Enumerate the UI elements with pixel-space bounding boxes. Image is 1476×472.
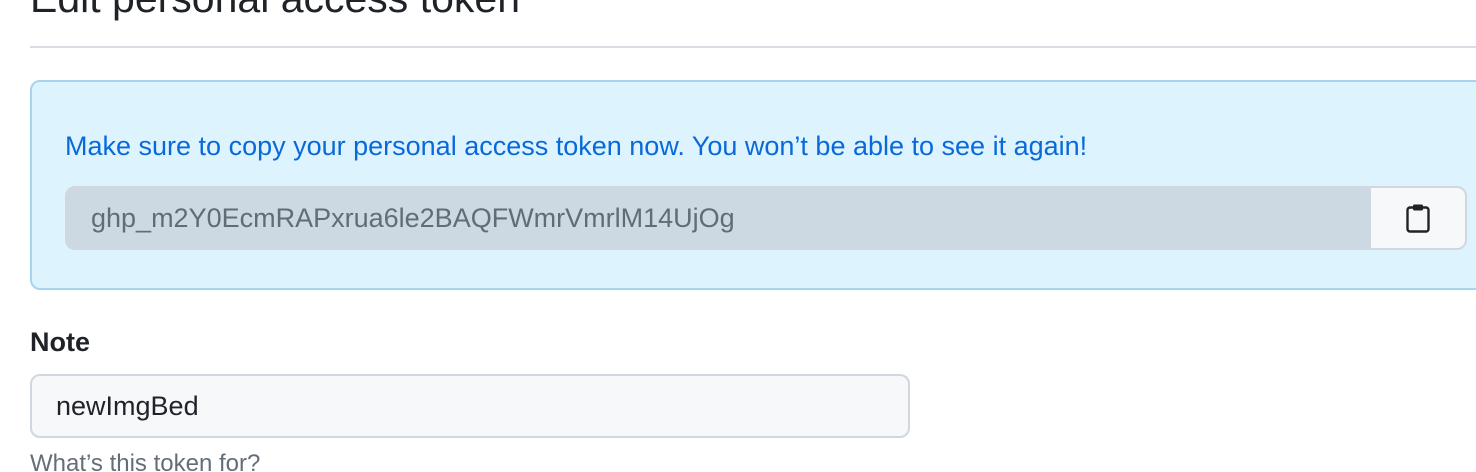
clipboard-icon (1406, 203, 1430, 233)
note-label: Note (30, 327, 90, 357)
copy-token-warning: Make sure to copy your personal access t… (65, 131, 1088, 161)
token-flash-notice: Make sure to copy your personal access t… (30, 80, 1476, 290)
note-help-text: What’s this token for? (30, 450, 261, 472)
token-value-field[interactable] (67, 188, 1369, 248)
page-title: Edit personal access token (30, 0, 520, 22)
token-field-group (65, 186, 1467, 250)
copy-token-button[interactable] (1369, 188, 1465, 248)
note-input[interactable] (30, 374, 910, 438)
title-divider (30, 46, 1476, 48)
edit-token-page: Edit personal access token Make sure to … (0, 0, 1476, 472)
